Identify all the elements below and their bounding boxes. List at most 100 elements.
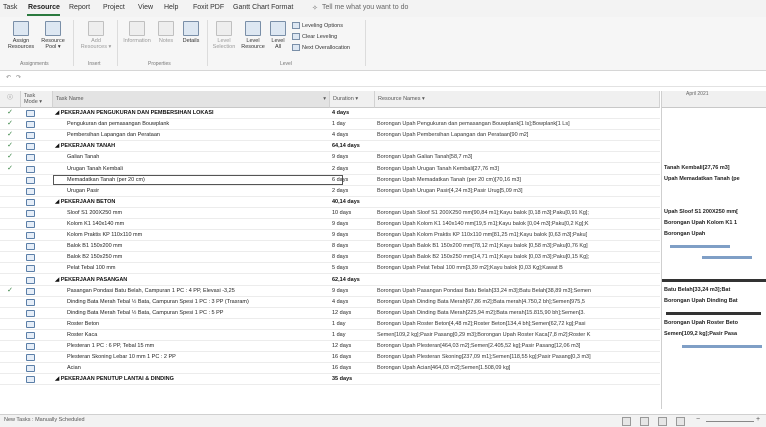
leveling-options-button[interactable]: Leveling Options bbox=[292, 22, 343, 29]
resource-names-cell[interactable]: Semen[109,2 kg];Pasir Pasang[0,29 m3];Bo… bbox=[375, 330, 662, 340]
task-mode-cell[interactable] bbox=[22, 186, 52, 196]
task-row[interactable]: Balok B2 150x250 mm 8 days Borongan Upah B… bbox=[0, 252, 662, 264]
task-name-cell[interactable]: Plesteran Skoning Lebar 10 mm 1 PC : 2 P… bbox=[53, 352, 343, 362]
task-name-cell[interactable]: Plesteran 1 PC : 6 PP, Tebal 15 mm bbox=[53, 341, 343, 351]
resource-names-column-header[interactable]: Resource Names ▾ bbox=[375, 91, 660, 108]
dropdown-arrow-icon[interactable]: ▾ bbox=[323, 96, 326, 102]
task-name-cell[interactable]: Pembersihan Lapangan dan Perataan bbox=[53, 130, 343, 140]
task-mode-cell[interactable] bbox=[22, 286, 52, 296]
task-mode-cell[interactable] bbox=[22, 341, 52, 351]
task-name-cell[interactable]: ◢ PEKERJAAN BETON bbox=[53, 197, 331, 207]
task-row[interactable]: Urugan Pasir 2 days Borongan Upah Urugan P… bbox=[0, 186, 660, 197]
duration-cell[interactable]: 4 days bbox=[330, 108, 376, 118]
menu-task[interactable]: Task bbox=[3, 4, 17, 11]
task-mode-cell[interactable] bbox=[22, 363, 52, 373]
resource-sheet-view-icon[interactable] bbox=[676, 417, 685, 426]
duration-cell[interactable]: 10 days bbox=[330, 208, 376, 218]
task-row[interactable]: ✓ ◢ PEKERJAAN PENGUKURAN DAN PEMBERSIHAN … bbox=[0, 108, 660, 119]
clear-leveling-button[interactable]: Clear Leveling bbox=[292, 33, 337, 40]
task-row[interactable]: ◢ PEKERJAAN PENUTUP LANTAI & DINDING 35 d… bbox=[0, 374, 660, 386]
task-name-cell[interactable]: Memadatkan Tanah (per 20 cm) bbox=[53, 174, 343, 185]
task-row[interactable]: Memadatkan Tanah (per 20 cm) 6 days Borong… bbox=[0, 174, 660, 186]
information-button[interactable]: Information bbox=[120, 21, 154, 44]
resource-names-cell[interactable]: Borongan Upah Kolom K1 140x140 mm[19,5 m… bbox=[375, 219, 662, 229]
task-row[interactable]: Pelat Tebal 100 mm 5 days Borongan Upah Pe… bbox=[0, 263, 660, 275]
task-name-cell[interactable]: ◢ PEKERJAAN PENGUKURAN DAN PEMBERSIHAN L… bbox=[53, 108, 331, 118]
task-mode-cell[interactable] bbox=[22, 319, 52, 329]
task-row[interactable]: Dinding Bata Merah Tebal ½ Bata, Campura… bbox=[0, 297, 660, 308]
duration-cell[interactable]: 9 days bbox=[330, 219, 376, 229]
resource-names-cell[interactable] bbox=[375, 275, 662, 285]
task-row[interactable]: ✓ Pasangan Pondasi Batu Belah, Campuran 1… bbox=[0, 286, 660, 297]
task-name-cell[interactable]: ◢ PEKERJAAN PENUTUP LANTAI & DINDING bbox=[53, 374, 331, 384]
gantt-summary-bar[interactable] bbox=[666, 311, 761, 315]
resource-names-cell[interactable]: Borongan Upah Urugan Tanah Kembali[27,76… bbox=[375, 164, 662, 174]
duration-cell[interactable]: 1 day bbox=[330, 330, 376, 340]
menu-resource[interactable]: Resource bbox=[28, 4, 60, 11]
task-row[interactable]: Plesteran Skoning Lebar 10 mm 1 PC : 2 P… bbox=[0, 352, 662, 364]
resource-names-cell[interactable] bbox=[375, 197, 662, 207]
resource-names-cell[interactable]: Borongan Upah Kolom Praktis KP 110x110 m… bbox=[375, 230, 662, 240]
zoom-in-icon[interactable]: + bbox=[756, 416, 760, 423]
task-row[interactable]: ◢ PEKERJAAN PASANGAN 62,14 days bbox=[0, 275, 660, 286]
task-mode-cell[interactable] bbox=[22, 208, 52, 218]
team-planner-view-icon[interactable] bbox=[658, 417, 667, 426]
new-tasks-mode-status[interactable]: New Tasks : Manually Scheduled bbox=[4, 417, 85, 423]
duration-cell[interactable]: 35 days bbox=[330, 374, 376, 384]
duration-cell[interactable]: 4 days bbox=[330, 130, 376, 140]
tell-me-search[interactable]: Tell me what you want to do bbox=[322, 4, 408, 11]
task-mode-cell[interactable] bbox=[22, 352, 52, 362]
gantt-task-bar[interactable] bbox=[682, 345, 762, 349]
task-mode-cell[interactable] bbox=[22, 330, 52, 340]
level-all-button[interactable]: Level All bbox=[268, 21, 288, 50]
task-mode-cell[interactable] bbox=[22, 308, 52, 318]
task-name-cell[interactable]: Galian Tanah bbox=[53, 152, 343, 162]
duration-cell[interactable]: 8 days bbox=[330, 252, 376, 262]
task-mode-cell[interactable] bbox=[22, 263, 52, 273]
resource-names-cell[interactable]: Borongan Upah Balok B1 150x200 mm[78,12 … bbox=[375, 241, 662, 251]
details-button[interactable]: Details bbox=[179, 21, 203, 44]
task-name-cell[interactable]: Kolom Praktis KP 110x110 mm bbox=[53, 230, 343, 240]
gantt-view-icon[interactable] bbox=[622, 417, 631, 426]
task-name-cell[interactable]: Balok B2 150x250 mm bbox=[53, 252, 343, 262]
task-mode-cell[interactable] bbox=[22, 130, 52, 140]
task-mode-cell[interactable] bbox=[22, 108, 52, 118]
menu-foxit-pdf[interactable]: Foxit PDF bbox=[193, 4, 224, 11]
resource-names-cell[interactable]: Borongan Upah Urugan Pasir[4,24 m3];Pasi… bbox=[375, 186, 662, 196]
menu-view[interactable]: View bbox=[138, 4, 153, 11]
resource-names-cell[interactable]: Borongan Upah Pasangan Pondasi Batu Bela… bbox=[375, 286, 662, 296]
duration-cell[interactable]: 8 days bbox=[330, 241, 376, 251]
task-name-cell[interactable]: Balok B1 150x200 mm bbox=[53, 241, 343, 251]
duration-cell[interactable]: 9 days bbox=[330, 152, 376, 162]
resource-names-cell[interactable]: Borongan Upah Balok B2 150x250 mm[14,71 … bbox=[375, 252, 662, 262]
resource-names-cell[interactable]: Borongan Upah Plesteran Skoning[237,09 m… bbox=[375, 352, 662, 362]
task-row[interactable]: Plesteran 1 PC : 6 PP, Tebal 15 mm 12 day… bbox=[0, 341, 660, 353]
gantt-task-bar[interactable] bbox=[670, 245, 730, 249]
resource-names-cell[interactable] bbox=[375, 141, 662, 151]
menu-project[interactable]: Project bbox=[103, 4, 125, 11]
task-name-cell[interactable]: Urugan Tanah Kembali bbox=[53, 164, 343, 174]
task-name-cell[interactable]: Dinding Bata Merah Tebal ½ Bata, Campura… bbox=[53, 297, 343, 307]
task-usage-view-icon[interactable] bbox=[640, 417, 649, 426]
resource-names-cell[interactable]: Borongan Upah Dinding Bata Merah[225,94 … bbox=[375, 308, 662, 318]
task-mode-cell[interactable] bbox=[22, 119, 52, 129]
duration-cell[interactable]: 4 days bbox=[330, 297, 376, 307]
duration-cell[interactable]: 16 days bbox=[330, 363, 376, 373]
duration-cell[interactable]: 12 days bbox=[330, 308, 376, 318]
task-row[interactable]: Roster Kaca 1 day Semen[109,2 kg];Pasir Pa… bbox=[0, 330, 660, 341]
duration-column-header[interactable]: Duration ▾ bbox=[330, 91, 375, 108]
task-mode-column-header[interactable]: Task Mode ▾ bbox=[21, 91, 53, 108]
duration-cell[interactable]: 2 days bbox=[330, 186, 376, 196]
redo-icon[interactable]: ↷ bbox=[16, 74, 21, 81]
task-row[interactable]: Acian 16 days Borongan Upah Acian[464,03 m… bbox=[0, 363, 660, 375]
zoom-out-icon[interactable]: − bbox=[696, 416, 700, 423]
task-row[interactable]: Kolom Praktis KP 110x110 mm 9 days Boronga… bbox=[0, 230, 662, 242]
duration-cell[interactable]: 62,14 days bbox=[330, 275, 376, 285]
task-row[interactable]: ✓ Galian Tanah 9 days Borongan Upah Galian … bbox=[0, 152, 660, 164]
task-name-cell[interactable]: ◢ PEKERJAAN PASANGAN bbox=[53, 275, 331, 285]
undo-icon[interactable]: ↶ bbox=[6, 74, 11, 81]
task-row[interactable]: ✓ ◢ PEKERJAAN TANAH 64,14 days bbox=[0, 141, 662, 153]
add-resources-button[interactable]: Add Resources ▾ bbox=[80, 21, 112, 50]
task-name-cell[interactable]: Roster Kaca bbox=[53, 330, 343, 340]
duration-cell[interactable]: 9 days bbox=[330, 286, 376, 296]
